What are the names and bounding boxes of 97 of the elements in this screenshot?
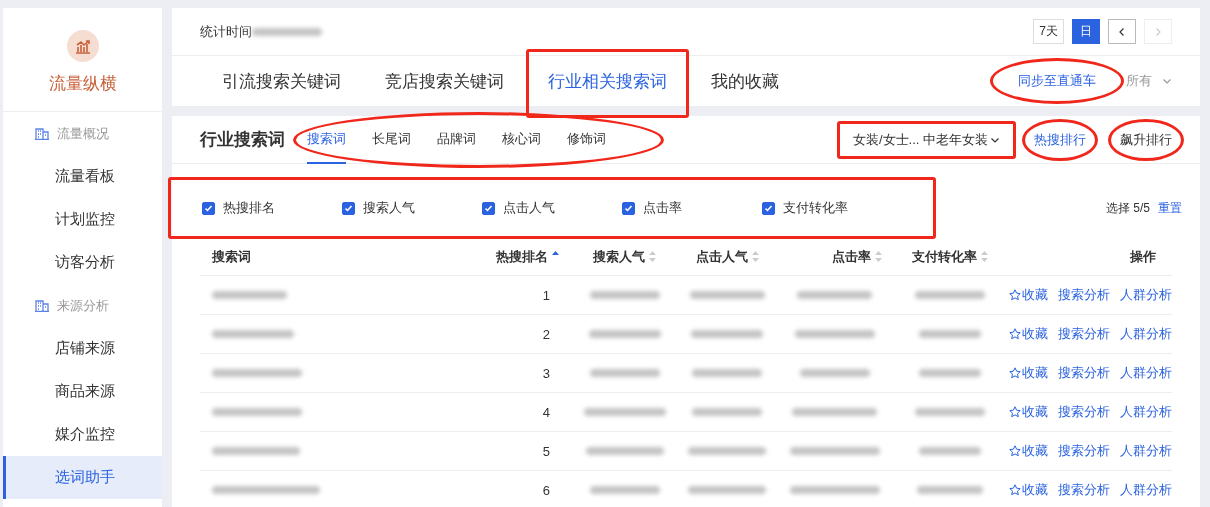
favorite-link[interactable]: 收藏 [1009, 403, 1048, 421]
sidebar-item[interactable]: 选词助手 [3, 456, 162, 499]
analysis-link[interactable]: 搜索分析 [1058, 481, 1110, 499]
sidebar-item[interactable]: 媒介监控 [3, 413, 162, 456]
analysis-link[interactable]: 人群分析 [1120, 325, 1172, 343]
star-icon [1009, 406, 1021, 418]
sidebar-item[interactable]: 商品来源 [3, 370, 162, 413]
column-header: 点击人气 [695, 247, 748, 266]
sub-tab[interactable]: 长尾词 [372, 115, 411, 164]
redacted-text [918, 369, 981, 377]
chevron-down-icon [1162, 76, 1172, 86]
rank-cell: 5 [542, 443, 550, 459]
sidebar-item[interactable]: 店铺来源 [3, 327, 162, 370]
rank-cell: 2 [542, 326, 550, 342]
star-icon [1009, 484, 1021, 496]
column-header: 搜索人气 [593, 247, 645, 266]
chevron-right-icon [1153, 26, 1163, 37]
metric-checkbox[interactable]: 搜索人气 [342, 199, 482, 217]
favorite-link[interactable]: 收藏 [1009, 442, 1048, 460]
scope-dropdown[interactable]: 所有 [1100, 72, 1200, 90]
redacted-text [252, 27, 322, 36]
menu-group-title: 流量概况 [57, 124, 109, 143]
analysis-link[interactable]: 人群分析 [1120, 403, 1172, 421]
sub-tab[interactable]: 核心词 [502, 115, 541, 164]
rank-cell: 3 [542, 365, 550, 381]
rank-cell: 6 [542, 482, 550, 498]
redacted-text [916, 486, 983, 494]
redacted-text [692, 408, 762, 416]
column-header: 操作 [1130, 247, 1156, 266]
analysis-link[interactable]: 搜索分析 [1058, 442, 1110, 460]
panel-title: 行业搜索词 [200, 129, 285, 151]
checkbox-icon[interactable] [622, 201, 635, 215]
building-icon [35, 127, 49, 140]
checkbox-icon[interactable] [482, 201, 495, 215]
favorite-link[interactable]: 收藏 [1009, 286, 1048, 304]
column-header: 支付转化率 [911, 247, 977, 266]
ranking-link[interactable]: 热搜排行 [1026, 130, 1094, 149]
metric-checkbox[interactable]: 热搜排名 [202, 199, 342, 217]
period-button[interactable]: 7天 [1033, 19, 1064, 44]
analysis-link[interactable]: 人群分析 [1120, 442, 1172, 460]
redacted-text [914, 408, 985, 416]
sub-tab[interactable]: 搜索词 [307, 115, 346, 164]
analysis-link[interactable]: 人群分析 [1120, 286, 1172, 304]
checkbox-icon[interactable] [762, 201, 775, 215]
star-icon [1009, 289, 1021, 301]
tab[interactable]: 我的收藏 [689, 69, 801, 93]
sidebar-item[interactable]: 访客分析 [3, 241, 162, 284]
redacted-text [918, 447, 981, 455]
stat-time-label: 统计时间 [200, 22, 252, 41]
ranking-link[interactable]: 飙升排行 [1112, 130, 1180, 149]
rank-cell: 1 [542, 287, 550, 303]
period-button[interactable]: 日 [1072, 19, 1100, 44]
menu-group-title: 来源分析 [57, 296, 109, 315]
metric-checkbox[interactable]: 点击率 [622, 199, 762, 217]
star-icon [1009, 367, 1021, 379]
selection-count: 选择 5/5 [1106, 199, 1150, 217]
sync-link[interactable]: 同步至直通车 [1014, 72, 1100, 90]
redacted-text [589, 486, 660, 494]
star-icon [1009, 445, 1021, 457]
redacted-text [589, 291, 660, 299]
analysis-link[interactable]: 搜索分析 [1058, 286, 1110, 304]
analysis-link[interactable]: 搜索分析 [1058, 403, 1110, 421]
column-header: 搜索词 [212, 247, 251, 266]
column-header: 点击率 [832, 247, 871, 266]
reset-link[interactable]: 重置 [1158, 199, 1182, 217]
tab[interactable]: 行业相关搜索词 [526, 69, 689, 93]
analysis-link[interactable]: 搜索分析 [1058, 364, 1110, 382]
redacted-text [691, 330, 763, 338]
sidebar-item[interactable]: 流量看板 [3, 155, 162, 198]
analysis-link[interactable]: 人群分析 [1120, 364, 1172, 382]
analysis-link[interactable]: 人群分析 [1120, 481, 1172, 499]
column-header: 热搜排名 [495, 247, 548, 266]
category-select[interactable]: 女装/女士... 中老年女装 [846, 122, 1006, 157]
sub-tab[interactable]: 修饰词 [567, 115, 606, 164]
favorite-link[interactable]: 收藏 [1009, 481, 1048, 499]
redacted-text [692, 369, 762, 377]
tab[interactable]: 竞店搜索关键词 [363, 69, 526, 93]
star-icon [1009, 328, 1021, 340]
tab[interactable]: 引流搜索关键词 [200, 69, 363, 93]
metric-checkbox[interactable]: 点击人气 [482, 199, 622, 217]
sidebar-item[interactable]: 计划监控 [3, 198, 162, 241]
checkbox-icon[interactable] [202, 201, 215, 215]
sub-tab[interactable]: 品牌词 [437, 115, 476, 164]
checkbox-icon[interactable] [342, 201, 355, 215]
favorite-link[interactable]: 收藏 [1009, 364, 1048, 382]
chevron-left-icon [1117, 26, 1127, 37]
logo-icon [66, 30, 99, 62]
rank-cell: 4 [542, 404, 550, 420]
redacted-text [799, 369, 870, 377]
building-icon [35, 299, 49, 312]
redacted-text [589, 369, 660, 377]
metric-checkbox[interactable]: 支付转化率 [762, 199, 902, 217]
redacted-text [914, 291, 985, 299]
app-title: 流量纵横 [48, 73, 117, 95]
analysis-link[interactable]: 搜索分析 [1058, 325, 1110, 343]
favorite-link[interactable]: 收藏 [1009, 325, 1048, 343]
redacted-text [918, 330, 981, 338]
